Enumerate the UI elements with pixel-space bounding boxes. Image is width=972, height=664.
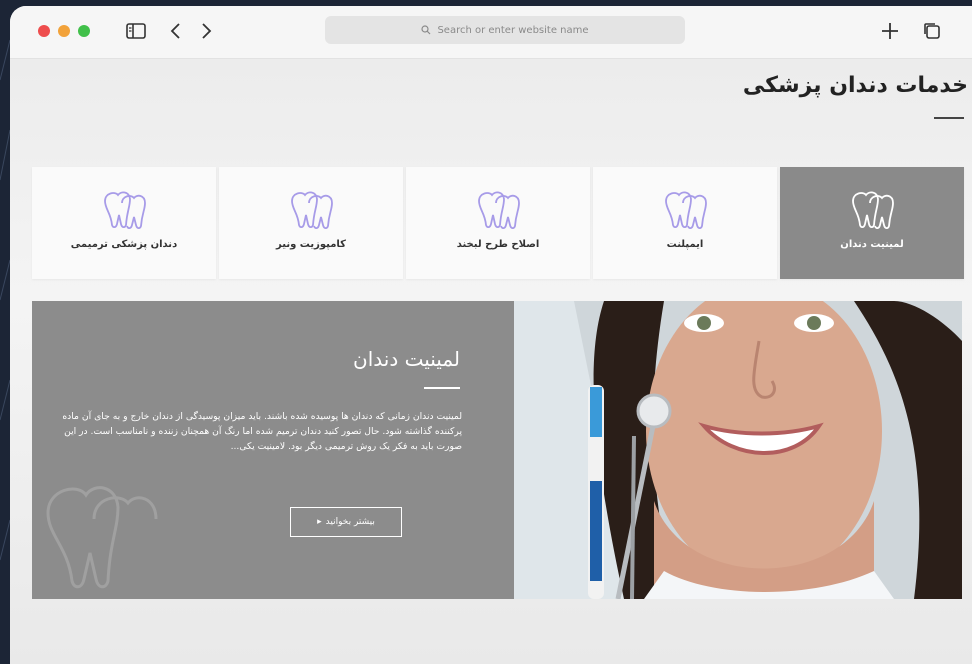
tooth-icon bbox=[104, 191, 146, 229]
services-row: لمینیت دندان ایمپلنت اصلاح طرح لبخند کام… bbox=[32, 167, 964, 279]
browser-toolbar: Search or enter website name bbox=[10, 6, 972, 59]
search-icon bbox=[421, 25, 431, 35]
chevron-right-icon: ▸ bbox=[317, 517, 322, 527]
service-label: دندان پزشکی ترمیمی bbox=[70, 239, 178, 250]
read-more-label: بیشتر بخوانید bbox=[325, 517, 375, 527]
browser-window: Search or enter website name خدمات دندان… bbox=[10, 6, 972, 664]
page-title: خدمات دندان پزشکی bbox=[742, 73, 968, 98]
title-underline bbox=[934, 117, 964, 119]
service-card-implant[interactable]: ایمپلنت bbox=[593, 167, 777, 279]
tooth-icon bbox=[665, 191, 707, 229]
tooth-icon bbox=[478, 191, 520, 229]
service-label: اصلاح طرح لبخند bbox=[456, 239, 540, 250]
feature-title: لمینیت دندان bbox=[353, 347, 460, 371]
page-content: خدمات دندان پزشکی لمینیت دندان ایمپلنت ا… bbox=[10, 59, 972, 664]
close-window-button[interactable] bbox=[38, 25, 50, 37]
maximize-window-button[interactable] bbox=[78, 25, 90, 37]
service-card-smile-design[interactable]: اصلاح طرح لبخند bbox=[406, 167, 590, 279]
tooth-icon bbox=[291, 191, 333, 229]
service-label: ایمپلنت bbox=[666, 239, 704, 250]
minimize-window-button[interactable] bbox=[58, 25, 70, 37]
service-card-laminate[interactable]: لمینیت دندان bbox=[780, 167, 964, 279]
back-icon[interactable] bbox=[164, 19, 188, 43]
sidebar-icon[interactable] bbox=[124, 19, 148, 43]
service-label: لمینیت دندان bbox=[840, 239, 904, 250]
address-bar[interactable]: Search or enter website name bbox=[325, 16, 685, 44]
feature-title-underline bbox=[424, 387, 460, 389]
read-more-button[interactable]: بیشتر بخوانید ▸ bbox=[290, 507, 402, 537]
smiling-woman-dental-photo bbox=[514, 301, 962, 599]
feature-panel: لمینیت دندان لمینیت دندان زمانی که دندان… bbox=[32, 301, 514, 599]
address-placeholder: Search or enter website name bbox=[437, 24, 589, 36]
feature-photo bbox=[514, 301, 962, 599]
tooth-watermark-icon bbox=[46, 486, 158, 589]
forward-icon[interactable] bbox=[194, 19, 218, 43]
service-card-restorative[interactable]: دندان پزشکی ترمیمی bbox=[32, 167, 216, 279]
new-tab-icon[interactable] bbox=[878, 19, 902, 43]
feature-description: لمینیت دندان زمانی که دندان ها پوسیده شد… bbox=[62, 411, 462, 452]
tabs-icon[interactable] bbox=[920, 19, 944, 43]
service-label: کامپوزیت ونیر bbox=[276, 239, 346, 250]
tooth-icon bbox=[852, 191, 894, 229]
service-card-composite[interactable]: کامپوزیت ونیر bbox=[219, 167, 403, 279]
